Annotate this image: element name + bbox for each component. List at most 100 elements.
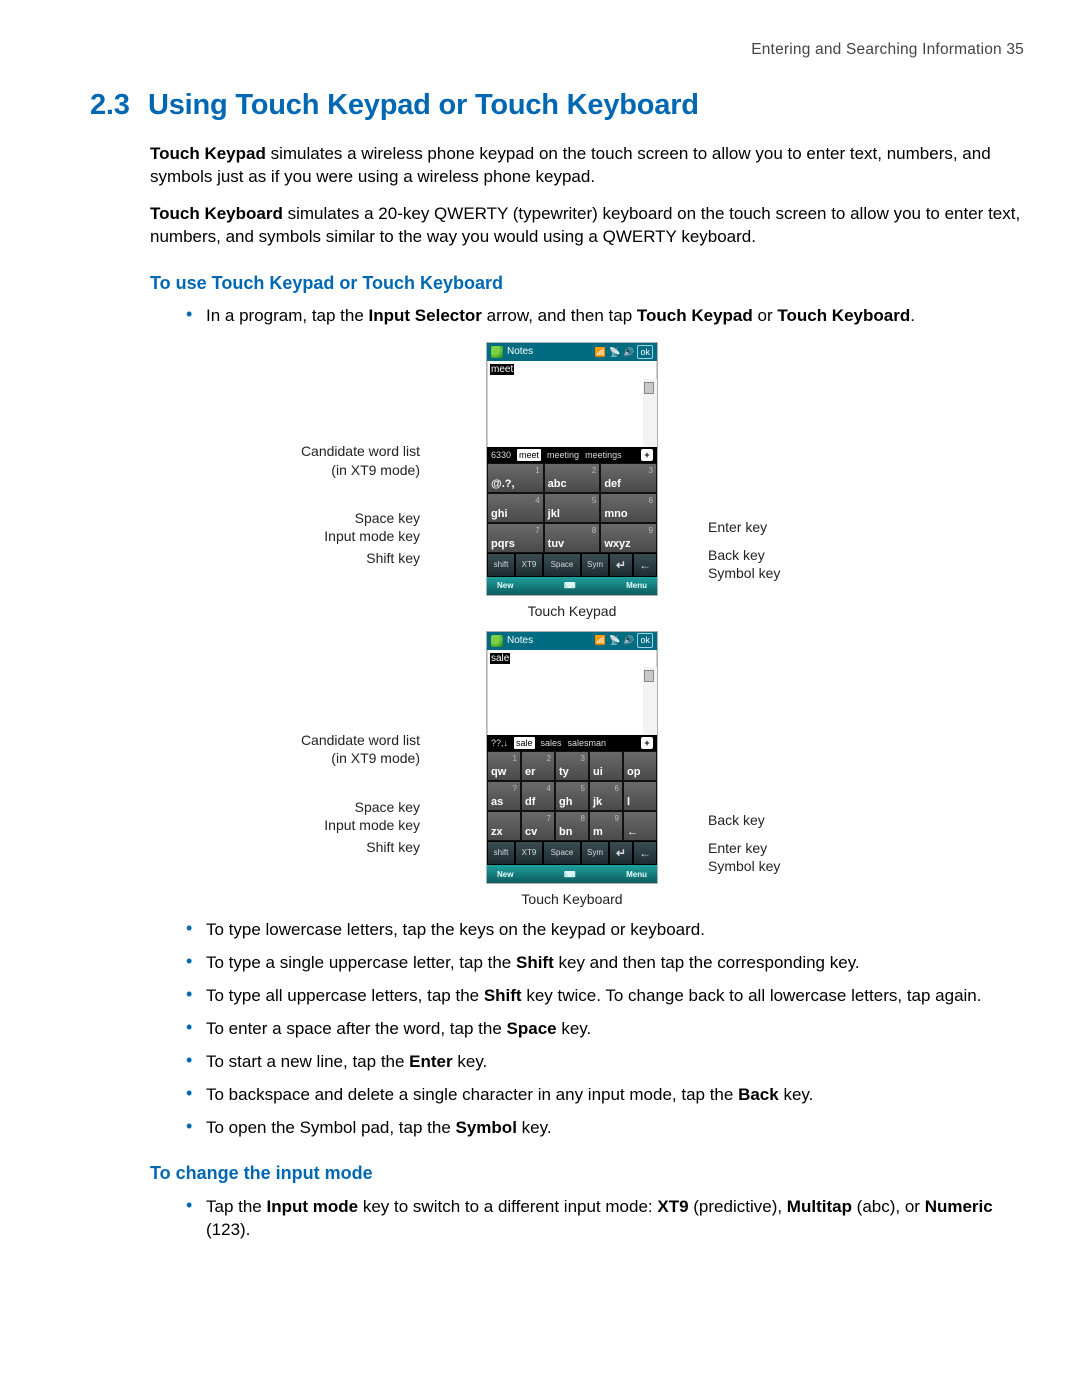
callout-input-mode-key: Input mode key	[275, 816, 420, 835]
figure-caption-keypad: Touch Keypad	[120, 602, 1024, 621]
key: zx	[487, 811, 521, 841]
ok-button: ok	[637, 633, 653, 647]
wifi-icon: 📡	[609, 346, 620, 358]
callout-shift-key: Shift key	[315, 549, 420, 568]
keyboard-grid: qw1er2ty3uiopas?df4gh5jk6lzxcv7bn8m9←	[487, 751, 657, 841]
wifi-icon: 📡	[609, 634, 620, 646]
bottom-key: Sym	[581, 841, 609, 865]
status-icons: 📶 📡 🔊 ok	[595, 633, 653, 647]
note-body	[487, 379, 657, 447]
callout-back-key: Back key	[708, 546, 765, 565]
subheading-change-mode: To change the input mode	[150, 1161, 1024, 1185]
notes-title-bar: Notes 📶 📡 🔊 ok	[487, 632, 657, 650]
expand-icon: +	[641, 449, 653, 461]
callout-candidate-list: Candidate word list(in XT9 mode)	[240, 442, 420, 480]
keypad-bottom-row: shiftXT9SpaceSym↵←	[487, 553, 657, 577]
bottom-key: ↵	[609, 841, 633, 865]
intro-paragraph-1: Touch Keypad simulates a wireless phone …	[150, 143, 1024, 189]
bottom-key: Sym	[581, 553, 609, 577]
term-touch-keyboard: Touch Keyboard	[150, 204, 283, 223]
intro-paragraph-2: Touch Keyboard simulates a 20-key QWERTY…	[150, 203, 1024, 249]
note-body	[487, 667, 657, 735]
callout-enter-key: Enter key	[708, 518, 767, 537]
bottom-key: ←	[633, 841, 657, 865]
callout-back-key: Back key	[708, 811, 765, 830]
callout-space-key: Space key	[300, 798, 420, 817]
key: abc2	[544, 463, 601, 493]
key: df4	[521, 781, 555, 811]
key: ←	[623, 811, 657, 841]
bottom-key: XT9	[515, 553, 543, 577]
text-area-content: sale	[487, 650, 657, 668]
callout-space-key: Space key	[300, 509, 420, 528]
section-heading: 2.3Using Touch Keypad or Touch Keyboard	[90, 86, 1024, 125]
key: qw1	[487, 751, 521, 781]
start-icon	[491, 635, 503, 647]
key: mno6	[600, 493, 657, 523]
ok-button: ok	[637, 345, 653, 359]
key: tuv8	[544, 523, 601, 553]
key: ghi4	[487, 493, 544, 523]
callout-symbol-key: Symbol key	[708, 564, 780, 583]
key: jk6	[589, 781, 623, 811]
start-icon	[491, 346, 503, 358]
key: cv7	[521, 811, 555, 841]
bullet-enter: To start a new line, tap the Enter key.	[186, 1051, 1024, 1074]
key: bn8	[555, 811, 589, 841]
key: wxyz9	[600, 523, 657, 553]
soft-key-bar: New ⌨ Menu	[487, 865, 657, 883]
bottom-key: shift	[487, 841, 515, 865]
key: gh5	[555, 781, 589, 811]
bottom-key: Space	[543, 553, 581, 577]
term-touch-keypad: Touch Keypad	[150, 144, 266, 163]
touch-keypad-screenshot: Notes 📶 📡 🔊 ok meet 6330 meet meetin	[486, 342, 658, 596]
key: @.?,1	[487, 463, 544, 493]
bullet-back: To backspace and delete a single charact…	[186, 1084, 1024, 1107]
key: er2	[521, 751, 555, 781]
callout-input-mode-key: Input mode key	[275, 527, 420, 546]
bottom-key: XT9	[515, 841, 543, 865]
status-icons: 📶 📡 🔊 ok	[595, 345, 653, 359]
bullet-input-selector: In a program, tap the Input Selector arr…	[186, 305, 1024, 328]
keypad-grid: @.?,1abc2def3 ghi4jkl5mno6 pqrs7tuv8wxyz9	[487, 463, 657, 553]
touch-keyboard-screenshot: Notes 📶 📡 🔊 ok sale ??,↓ sale sales	[486, 631, 658, 885]
bullet-single-upper: To type a single uppercase letter, tap t…	[186, 952, 1024, 975]
callout-shift-key: Shift key	[315, 838, 420, 857]
bullet-symbol: To open the Symbol pad, tap the Symbol k…	[186, 1117, 1024, 1140]
bottom-key: ←	[633, 553, 657, 577]
volume-icon: 🔊	[623, 346, 634, 358]
key: def3	[600, 463, 657, 493]
notes-title: Notes	[507, 634, 533, 648]
running-head: Entering and Searching Information 35	[751, 40, 1024, 61]
notes-title-bar: Notes 📶 📡 🔊 ok	[487, 343, 657, 361]
volume-icon: 🔊	[623, 634, 634, 646]
section-number: 2.3	[90, 86, 148, 125]
figure-caption-keyboard: Touch Keyboard	[120, 890, 1024, 909]
section-title-text: Using Touch Keypad or Touch Keyboard	[148, 89, 699, 121]
key: pqrs7	[487, 523, 544, 553]
key: ui	[589, 751, 623, 781]
sip-icon: ⌨	[513, 870, 626, 879]
candidate-bar: ??,↓ sale sales salesman +	[487, 735, 657, 751]
callout-candidate-list: Candidate word list(in XT9 mode)	[240, 731, 420, 769]
soft-key-bar: New ⌨ Menu	[487, 577, 657, 595]
signal-icon: 📶	[595, 634, 606, 646]
candidate-bar: 6330 meet meeting meetings +	[487, 447, 657, 463]
bullet-input-mode: Tap the Input mode key to switch to a di…	[186, 1196, 1024, 1242]
key: l	[623, 781, 657, 811]
callout-enter-key: Enter key	[708, 839, 767, 858]
key: op	[623, 751, 657, 781]
key: m9	[589, 811, 623, 841]
expand-icon: +	[641, 737, 653, 749]
bottom-key: shift	[487, 553, 515, 577]
notes-title: Notes	[507, 345, 533, 359]
bottom-key: ↵	[609, 553, 633, 577]
subheading-to-use: To use Touch Keypad or Touch Keyboard	[150, 271, 1024, 295]
keyboard-bottom-row: shiftXT9SpaceSym↵←	[487, 841, 657, 865]
bullet-space: To enter a space after the word, tap the…	[186, 1018, 1024, 1041]
key: jkl5	[544, 493, 601, 523]
callout-symbol-key: Symbol key	[708, 857, 780, 876]
bullet-all-upper: To type all uppercase letters, tap the S…	[186, 985, 1024, 1008]
signal-icon: 📶	[595, 346, 606, 358]
bottom-key: Space	[543, 841, 581, 865]
